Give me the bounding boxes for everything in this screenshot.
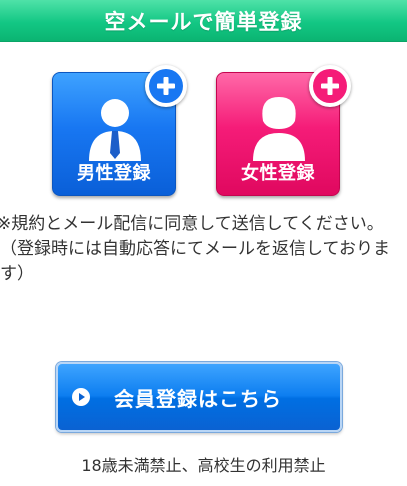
male-register-button[interactable]: 男性登録 xyxy=(52,65,187,196)
female-user-icon xyxy=(253,97,305,161)
header-title: 空メールで簡単登録 xyxy=(104,9,303,34)
member-register-button[interactable]: 会員登録はこちら xyxy=(56,362,342,432)
male-register-label: 男性登録 xyxy=(77,163,151,184)
male-user-icon xyxy=(89,99,141,161)
page-header: 空メールで簡単登録 xyxy=(0,0,407,42)
play-circle-icon xyxy=(72,388,90,406)
terms-notice: ※規約とメール配信に同意して送信してください。 （登録時には自動応答にてメールを… xyxy=(0,212,402,287)
terms-notice-line1: ※規約とメール配信に同意して送信してください。 xyxy=(0,214,384,234)
female-plus-icon xyxy=(309,65,351,107)
female-register-button[interactable]: 女性登録 xyxy=(216,65,351,196)
member-register-label: 会員登録はこちら xyxy=(114,386,282,411)
female-register-label: 女性登録 xyxy=(241,163,315,184)
age-restriction-note: 18歳未満禁止、高校生の利用禁止 xyxy=(81,456,326,475)
terms-notice-line2: （登録時には自動応答にてメールを返信しております） xyxy=(0,239,390,284)
male-plus-icon xyxy=(145,65,187,107)
